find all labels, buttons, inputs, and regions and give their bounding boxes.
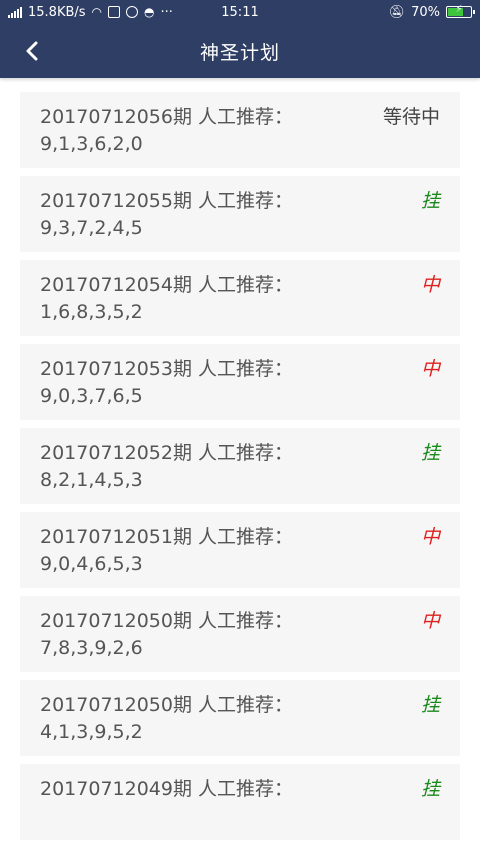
list-item[interactable]: 20170712050期 人工推荐： 7,8,3,9,2,6 中 [20,596,460,672]
result-status: 挂 [420,442,440,464]
list-item[interactable]: 20170712052期 人工推荐： 8,2,1,4,5,3 挂 [20,428,460,504]
prediction-list: 20170712056期 人工推荐： 9,1,3,6,2,0 等待中 20170712… [20,92,460,848]
recommended-numbers: 9,3,7,2,4,5 [40,217,143,239]
clock: 15:11 [221,4,259,20]
list-item[interactable]: 20170712056期 人工推荐： 9,1,3,6,2,0 等待中 [20,92,460,168]
status-bar: 15.8KB/s ◠ ◓ ··· 15:11 🔕︎ 70% ⚡︎ [0,0,480,24]
list-item[interactable]: 20170712049期 人工推荐： 挂 [20,764,460,840]
recommended-numbers: 8,2,1,4,5,3 [40,469,143,491]
recommended-numbers: 4,1,3,9,5,2 [40,721,143,743]
period-label: 20170712050期 人工推荐： [40,694,294,716]
result-status: 挂 [420,694,440,716]
list-item[interactable]: 20170712055期 人工推荐： 9,3,7,2,4,5 挂 [20,176,460,252]
result-status: 中 [420,358,440,380]
recommended-numbers: 9,0,4,6,5,3 [40,553,143,575]
period-label: 20170712050期 人工推荐： [40,610,294,632]
mute-icon: 🔕︎ [388,4,406,20]
battery-icon: ⚡︎ [446,4,475,18]
list-item[interactable]: 20170712051期 人工推荐： 9,0,4,6,5,3 中 [20,512,460,588]
wifi-icon: ◠ [91,5,103,19]
period-label: 20170712054期 人工推荐： [40,274,294,296]
result-status: 中 [420,526,440,548]
recommended-numbers: 1,6,8,3,5,2 [40,301,143,323]
period-label: 20170712056期 人工推荐： [40,106,294,128]
chevron-left-icon [26,41,38,61]
app-notification-icon [126,6,139,18]
network-speed: 15.8KB/s [28,4,86,20]
back-button[interactable] [16,24,48,78]
result-status: 等待中 [382,106,440,128]
period-label: 20170712051期 人工推荐： [40,526,294,548]
result-status: 中 [420,610,440,632]
period-label: 20170712049期 人工推荐： [40,778,294,800]
recommended-numbers: 9,0,3,7,6,5 [40,385,143,407]
list-item[interactable]: 20170712053期 人工推荐： 9,0,3,7,6,5 中 [20,344,460,420]
result-status: 挂 [420,190,440,212]
signal-icon [8,6,22,18]
period-label: 20170712052期 人工推荐： [40,442,294,464]
app-header: 神圣计划 [0,24,480,78]
notification-icon [108,6,121,18]
period-label: 20170712053期 人工推荐： [40,358,294,380]
list-item[interactable]: 20170712054期 人工推荐： 1,6,8,3,5,2 中 [20,260,460,336]
result-status: 挂 [420,778,440,800]
android-icon: ◓ [144,5,155,19]
period-label: 20170712055期 人工推荐： [40,190,294,212]
more-notifications: ··· [160,4,173,20]
list-item[interactable]: 20170712050期 人工推荐： 4,1,3,9,5,2 挂 [20,680,460,756]
battery-percent: 70% [411,4,440,20]
recommended-numbers: 7,8,3,9,2,6 [40,637,143,659]
page-title: 神圣计划 [199,41,280,64]
result-status: 中 [420,274,440,296]
recommended-numbers: 9,1,3,6,2,0 [40,133,143,155]
